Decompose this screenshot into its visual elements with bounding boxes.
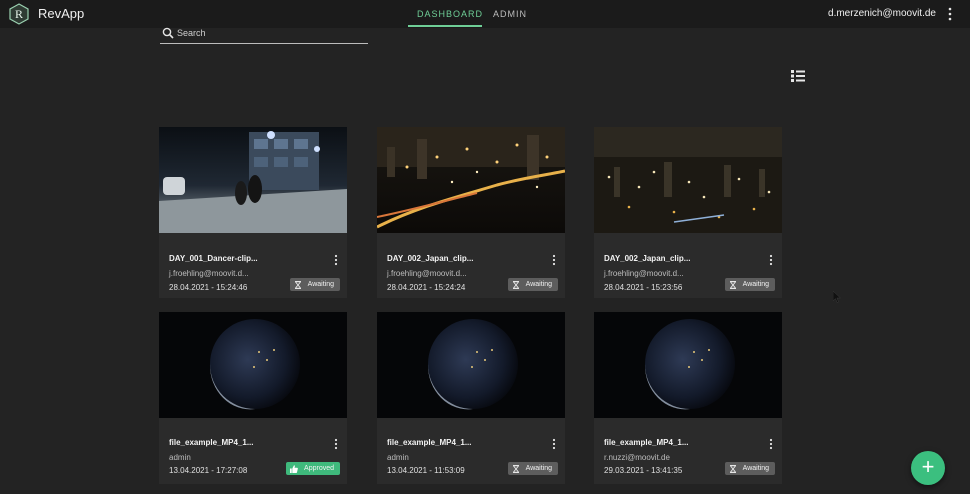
video-card[interactable]: DAY_002_Japan_clip... j.froehling@moovit…: [594, 127, 782, 298]
more-vertical-icon[interactable]: [768, 254, 774, 266]
tab-dashboard[interactable]: DASHBOARD: [417, 9, 483, 19]
video-card[interactable]: DAY_002_Japan_clip... j.froehling@moovit…: [377, 127, 565, 298]
search-icon: [162, 27, 174, 39]
video-date: 13.04.2021 - 11:53:09: [387, 466, 465, 475]
status-label: Awaiting: [742, 281, 769, 288]
logo-letter: R: [15, 7, 23, 21]
video-owner: r.nuzzi@moovit.de: [604, 453, 670, 462]
status-badge: Awaiting: [507, 462, 558, 475]
add-video-button[interactable]: +: [911, 451, 945, 485]
search-input[interactable]: [177, 26, 362, 40]
status-label: Awaiting: [307, 281, 334, 288]
video-date: 13.04.2021 - 17:27:08: [169, 466, 248, 475]
more-vertical-icon[interactable]: [551, 438, 557, 450]
status-badge: Awaiting: [507, 278, 558, 291]
status-badge: Approved: [286, 462, 340, 475]
more-vertical-icon[interactable]: [333, 438, 339, 450]
status-badge: Awaiting: [724, 462, 775, 475]
more-vertical-icon[interactable]: [768, 438, 774, 450]
top-app-bar: R RevApp DASHBOARD ADMIN d.merzenich@moo…: [0, 0, 970, 28]
video-card[interactable]: file_example_MP4_1... admin 13.04.2021 -…: [159, 312, 347, 484]
video-date: 29.03.2021 - 13:41:35: [604, 466, 683, 475]
add-icon: +: [921, 454, 935, 479]
video-title[interactable]: DAY_001_Dancer-clip...: [169, 254, 258, 263]
app-title[interactable]: RevApp: [38, 6, 84, 21]
video-card[interactable]: file_example_MP4_1... admin 13.04.2021 -…: [377, 312, 565, 484]
status-label: Approved: [304, 465, 334, 472]
more-vertical-icon[interactable]: [946, 7, 954, 21]
status-badge: Awaiting: [289, 278, 340, 291]
hourglass-icon: [294, 280, 301, 289]
video-thumbnail[interactable]: [159, 312, 347, 418]
status-badge: Awaiting: [724, 278, 775, 291]
tab-admin[interactable]: ADMIN: [493, 9, 527, 19]
user-email[interactable]: d.merzenich@moovit.de: [828, 8, 936, 19]
video-owner: j.froehling@moovit.d...: [387, 269, 467, 278]
status-label: Awaiting: [525, 281, 552, 288]
video-date: 28.04.2021 - 15:24:46: [169, 283, 248, 292]
hourglass-icon: [729, 280, 736, 289]
search-field[interactable]: [160, 24, 368, 44]
video-title[interactable]: file_example_MP4_1...: [169, 438, 254, 447]
thumbs-up-icon: [290, 464, 298, 473]
video-date: 28.04.2021 - 15:23:56: [604, 283, 683, 292]
video-thumbnail[interactable]: [377, 127, 565, 233]
video-card[interactable]: DAY_001_Dancer-clip... j.froehling@moovi…: [159, 127, 347, 298]
active-tab-indicator: [408, 25, 482, 27]
video-title[interactable]: file_example_MP4_1...: [604, 438, 689, 447]
video-thumbnail[interactable]: [594, 127, 782, 233]
video-owner: admin: [387, 453, 409, 462]
video-thumbnail[interactable]: [377, 312, 565, 418]
more-vertical-icon[interactable]: [551, 254, 557, 266]
hourglass-icon: [729, 464, 736, 473]
video-thumbnail[interactable]: [594, 312, 782, 418]
list-view-icon[interactable]: [791, 70, 805, 82]
video-card[interactable]: file_example_MP4_1... r.nuzzi@moovit.de …: [594, 312, 782, 484]
hourglass-icon: [512, 464, 519, 473]
video-title[interactable]: DAY_002_Japan_clip...: [604, 254, 690, 263]
video-title[interactable]: DAY_002_Japan_clip...: [387, 254, 473, 263]
app-logo-icon[interactable]: R: [8, 3, 30, 25]
hourglass-icon: [512, 280, 519, 289]
mouse-cursor-icon: [833, 291, 841, 303]
more-vertical-icon[interactable]: [333, 254, 339, 266]
video-owner: admin: [169, 453, 191, 462]
video-date: 28.04.2021 - 15:24:24: [387, 283, 466, 292]
video-owner: j.froehling@moovit.d...: [169, 269, 249, 278]
video-title[interactable]: file_example_MP4_1...: [387, 438, 472, 447]
status-label: Awaiting: [742, 465, 769, 472]
video-owner: j.froehling@moovit.d...: [604, 269, 684, 278]
video-thumbnail[interactable]: [159, 127, 347, 233]
status-label: Awaiting: [525, 465, 552, 472]
